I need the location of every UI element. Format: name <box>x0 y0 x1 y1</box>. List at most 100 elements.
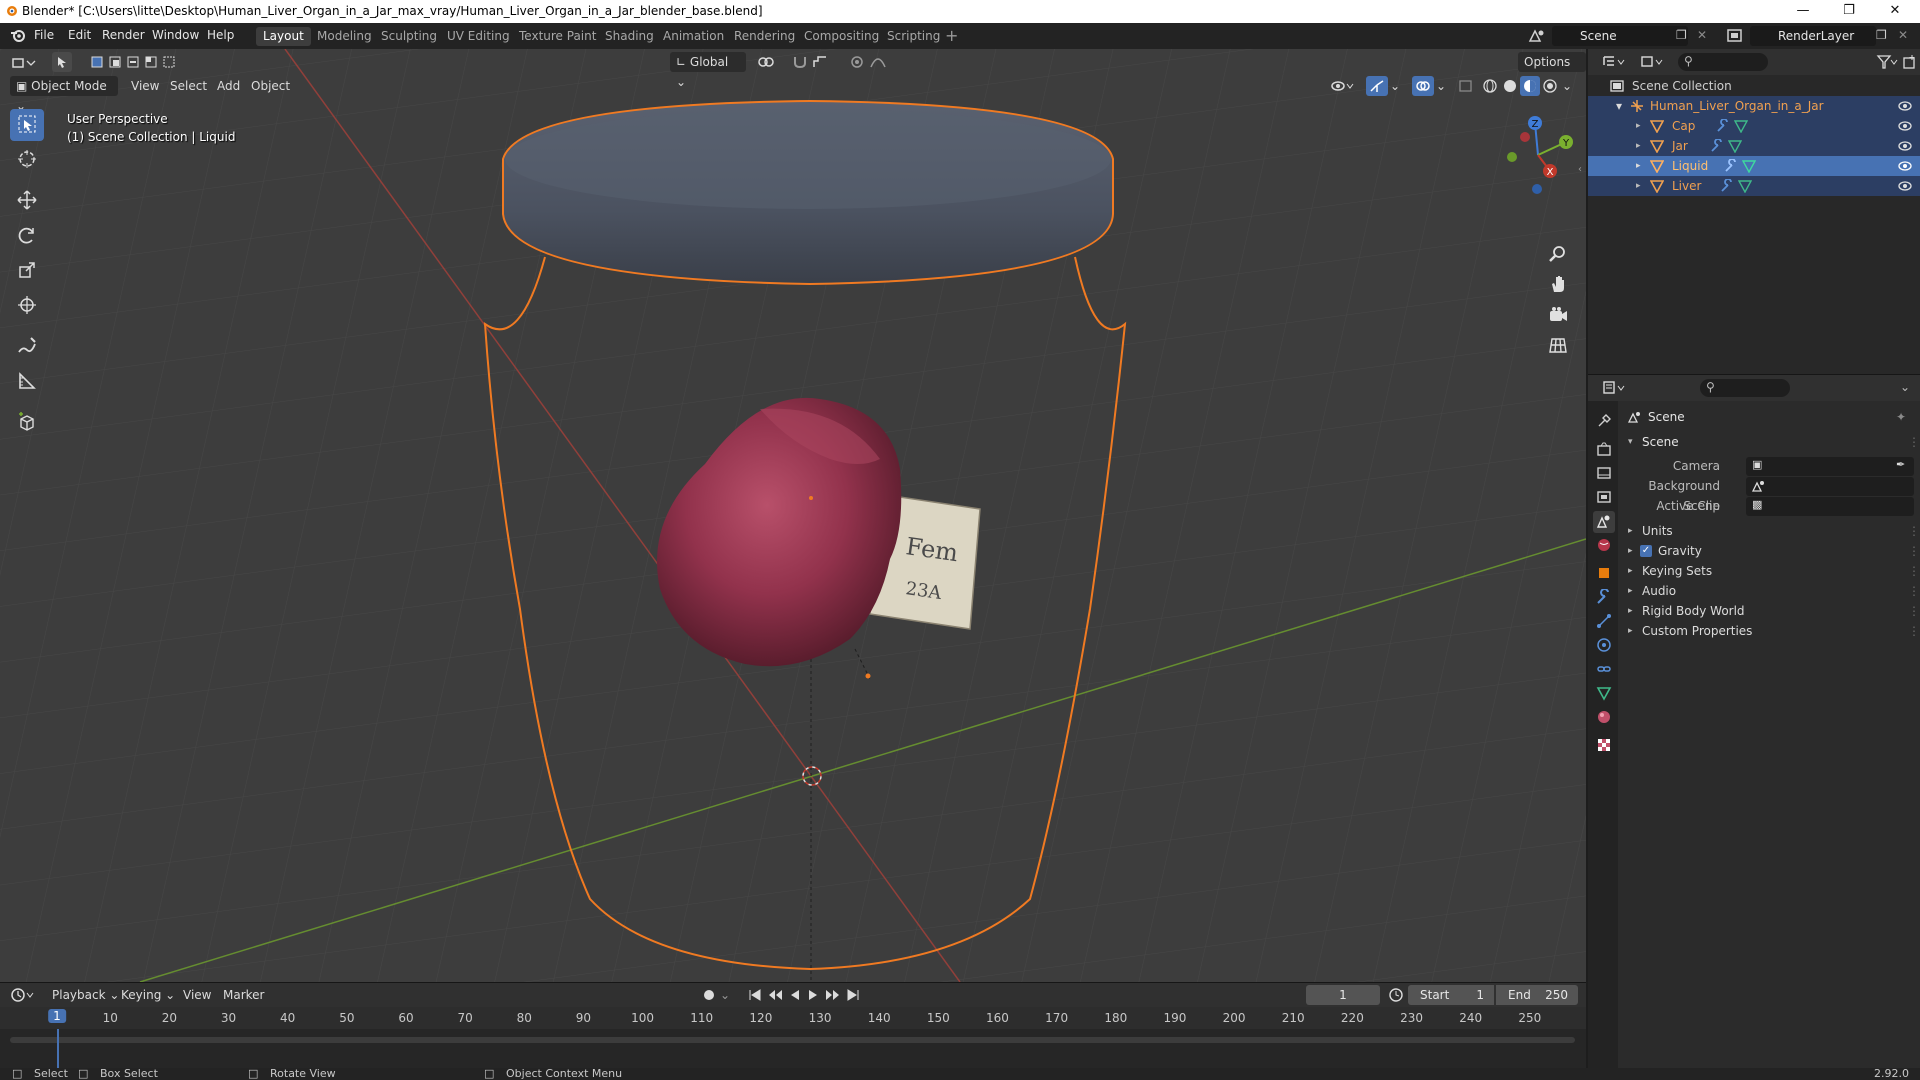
units-panel-header[interactable]: ▸ Units ⋮ <box>1626 521 1920 541</box>
axis-gizmo[interactable]: Z Y X <box>1500 109 1580 219</box>
tab-modifiers[interactable] <box>1593 587 1615 609</box>
rigid-body-world-panel-header[interactable]: ▸ Rigid Body World ⋮ <box>1626 601 1920 621</box>
tab-texture-paint[interactable]: Texture Paint <box>512 27 603 46</box>
auto-keying-dropdown-icon[interactable]: ⌄ <box>720 985 730 1005</box>
maximize-button[interactable]: ❐ <box>1826 0 1872 23</box>
pan-hand-icon[interactable] <box>1548 274 1568 294</box>
jar-expand-chevron-icon[interactable]: ▸ <box>1636 136 1641 156</box>
auto-keying-icon[interactable] <box>702 985 716 1005</box>
proportional-falloff-icon[interactable] <box>870 52 886 72</box>
snap-icon[interactable] <box>792 52 808 72</box>
menu-render[interactable]: Render <box>102 28 145 42</box>
units-grip-icon[interactable]: ⋮ <box>1908 521 1920 541</box>
wireframe-shading-icon[interactable] <box>1482 76 1498 96</box>
tab-rendering[interactable]: Rendering <box>727 27 802 46</box>
gravity-checkbox[interactable]: ✓ <box>1640 545 1652 557</box>
select-tool-mode-icon[interactable] <box>52 52 72 72</box>
tab-output[interactable] <box>1593 463 1615 485</box>
tab-sculpting[interactable]: Sculpting <box>374 27 444 46</box>
sidebar-toggle-icon[interactable]: ‹ <box>1578 164 1582 175</box>
new-scene-icon[interactable]: ❐ <box>1676 28 1687 42</box>
scale-tool[interactable] <box>10 255 44 287</box>
tab-layout[interactable]: Layout <box>256 27 311 46</box>
cursor-tool[interactable] <box>10 144 44 176</box>
preview-range-icon[interactable] <box>1388 985 1404 1005</box>
tab-tool[interactable] <box>1593 411 1615 433</box>
scene-panel-grip-icon[interactable]: ⋮ <box>1908 432 1920 452</box>
shading-dropdown-icon[interactable]: ⌄ <box>1562 76 1572 96</box>
solid-shading-icon[interactable] <box>1502 76 1518 96</box>
material-preview-shading-icon[interactable] <box>1520 76 1540 96</box>
tab-animation[interactable]: Animation <box>656 27 731 46</box>
select-box-tool[interactable] <box>10 109 44 141</box>
tab-constraints[interactable] <box>1593 659 1615 681</box>
gravity-grip-icon[interactable]: ⋮ <box>1908 541 1920 561</box>
menu-file[interactable]: File <box>34 28 54 42</box>
delete-view-layer-icon[interactable]: ✕ <box>1898 28 1908 42</box>
show-gizmo-icon[interactable] <box>1366 76 1388 96</box>
viewport-menu-view[interactable]: View <box>131 76 159 96</box>
select-mode-invert-icon[interactable] <box>144 52 158 72</box>
jump-to-end-icon[interactable] <box>846 985 860 1005</box>
timeline-menu-view[interactable]: View <box>183 985 211 1005</box>
tab-scene[interactable] <box>1593 511 1615 533</box>
cap-expand-chevron-icon[interactable]: ▸ <box>1636 116 1641 136</box>
transform-tool[interactable] <box>10 290 44 322</box>
outliner-row-jar[interactable]: ▸ Jar <box>1588 136 1920 156</box>
snap-increment-icon[interactable] <box>812 52 828 72</box>
current-frame-field[interactable]: 1 <box>1306 985 1380 1005</box>
tab-texture[interactable] <box>1593 735 1615 757</box>
playback-menu[interactable]: Playback ⌄ <box>46 985 125 1005</box>
timeline-editor-type-icon[interactable] <box>10 985 36 1005</box>
menu-edit[interactable]: Edit <box>68 28 91 42</box>
new-view-layer-icon[interactable]: ❐ <box>1876 28 1887 42</box>
annotate-tool[interactable] <box>10 331 44 363</box>
tab-object[interactable] <box>1593 563 1615 585</box>
tab-world[interactable] <box>1593 535 1615 557</box>
mode-dropdown[interactable]: ▣ Object Mode ⌄ <box>10 76 118 113</box>
rendered-shading-icon[interactable] <box>1542 76 1558 96</box>
gizmo-dropdown-icon[interactable]: ⌄ <box>1390 76 1400 96</box>
viewport-menu-object[interactable]: Object <box>251 76 290 96</box>
camera-view-icon[interactable] <box>1548 305 1568 325</box>
rotate-tool[interactable] <box>10 220 44 252</box>
keying-sets-grip-icon[interactable]: ⋮ <box>1908 561 1920 581</box>
liquid-expand-chevron-icon[interactable]: ▸ <box>1636 156 1641 176</box>
liver-expand-chevron-icon[interactable]: ▸ <box>1636 176 1641 196</box>
scene-name-field[interactable]: Scene <box>1552 26 1688 46</box>
display-mode-icon[interactable] <box>1640 54 1666 70</box>
active-clip-field[interactable]: ▩ <box>1746 497 1914 516</box>
blender-menu-icon[interactable] <box>10 27 26 46</box>
play-icon[interactable] <box>806 985 820 1005</box>
new-collection-icon[interactable] <box>1902 54 1918 70</box>
proportional-edit-icon[interactable] <box>850 52 864 72</box>
perspective-toggle-icon[interactable] <box>1548 335 1568 355</box>
pin-icon[interactable]: ✦ <box>1896 407 1906 427</box>
custom-properties-grip-icon[interactable]: ⋮ <box>1908 621 1920 641</box>
properties-editor-type-icon[interactable] <box>1602 380 1628 396</box>
viewport-menu-select[interactable]: Select <box>170 76 207 96</box>
tab-data[interactable] <box>1593 683 1615 705</box>
scene-panel-header[interactable]: ▾ Scene ⋮ <box>1626 432 1920 452</box>
close-window-button[interactable]: ✕ <box>1872 0 1918 23</box>
tab-uv-editing[interactable]: UV Editing <box>440 27 517 46</box>
tab-physics[interactable] <box>1593 635 1615 657</box>
rigid-body-world-grip-icon[interactable]: ⋮ <box>1908 601 1920 621</box>
outliner-row-liquid[interactable]: ▸ Liquid <box>1588 156 1920 176</box>
outliner-row-cap[interactable]: ▸ Cap <box>1588 116 1920 136</box>
pivot-point-icon[interactable] <box>756 52 778 72</box>
timeline-scrollbar[interactable] <box>10 1037 1575 1043</box>
play-reverse-icon[interactable] <box>788 985 802 1005</box>
playhead-frame-badge[interactable]: 1 <box>48 1009 66 1023</box>
transform-orientation-dropdown[interactable]: ∟ Global ⌄ <box>670 52 746 89</box>
camera-field[interactable]: ▣ ✒ <box>1746 457 1914 476</box>
select-mode-extend-icon[interactable] <box>108 52 122 72</box>
keying-sets-panel-header[interactable]: ▸ Keying Sets ⋮ <box>1626 561 1920 581</box>
timeline-ruler[interactable]: 1 10 20 30 40 50 60 70 80 90 100 110 120 130 140 150 160… <box>0 1007 1586 1029</box>
timeline-menu-marker[interactable]: Marker <box>223 985 264 1005</box>
delete-scene-icon[interactable]: ✕ <box>1697 28 1707 42</box>
menu-window[interactable]: Window <box>152 28 199 42</box>
add-workspace-button[interactable]: + <box>945 26 958 45</box>
jump-keyframe-back-icon[interactable] <box>766 985 784 1005</box>
move-tool[interactable] <box>10 185 44 217</box>
